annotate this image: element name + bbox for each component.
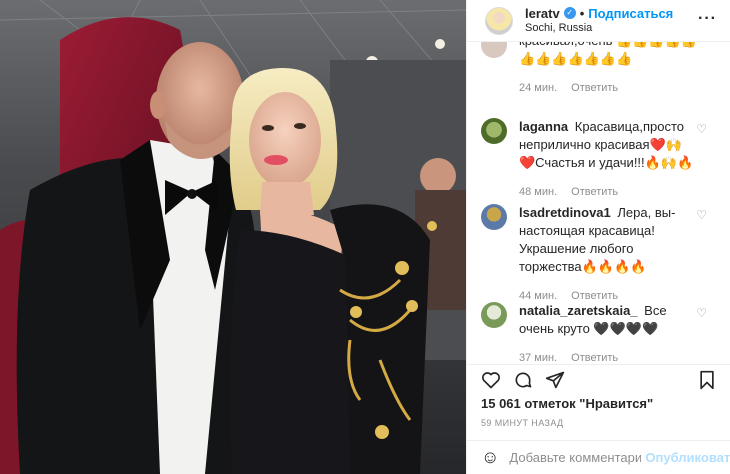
comment-body: laganna Красавица,просто неприлично крас… — [519, 118, 699, 201]
post-side-panel: leratv ✓ • Подписаться Sochi, Russia ···… — [466, 0, 730, 474]
comment-meta: 24 мин. Ответить — [519, 79, 699, 97]
follow-button[interactable]: Подписаться — [588, 6, 673, 21]
comment-like-heart-icon[interactable]: ♡ — [696, 208, 707, 222]
comment-input[interactable] — [509, 450, 642, 465]
add-comment-bar: ☺ Опубликовать — [467, 440, 730, 474]
comment-time[interactable]: 24 мин. — [519, 82, 557, 94]
comment-icon[interactable] — [513, 370, 533, 390]
share-icon[interactable] — [545, 370, 565, 390]
comment-avatar[interactable] — [481, 42, 507, 58]
reply-button[interactable]: Ответить — [571, 352, 618, 364]
author-avatar[interactable] — [485, 6, 513, 35]
comment-time[interactable]: 48 мин. — [519, 186, 557, 198]
post-photo[interactable] — [0, 0, 466, 474]
bookmark-icon[interactable] — [697, 370, 717, 390]
comment-time[interactable]: 37 мин. — [519, 352, 557, 364]
comment-time[interactable]: 44 мин. — [519, 290, 557, 302]
author-info: leratv ✓ • Подписаться Sochi, Russia — [525, 6, 673, 36]
comment-avatar[interactable] — [481, 118, 507, 144]
emoji-icon[interactable]: ☺ — [481, 447, 499, 468]
comment-body: natalia_zaretskaia_ Все очень круто 🖤🖤🖤🖤… — [519, 302, 699, 364]
verified-badge-icon: ✓ — [563, 7, 576, 19]
reply-button[interactable]: Ответить — [571, 186, 618, 198]
comment-like-heart-icon[interactable]: ♡ — [696, 122, 707, 136]
comment-avatar[interactable] — [481, 302, 507, 328]
heart-icon[interactable] — [481, 370, 501, 390]
more-options-icon[interactable]: ··· — [698, 11, 717, 27]
author-line: leratv ✓ • Подписаться — [525, 6, 673, 21]
author-username[interactable]: leratv — [525, 6, 560, 21]
post-comment-button[interactable]: Опубликовать — [645, 450, 730, 465]
instagram-post: leratv ✓ • Подписаться Sochi, Russia ···… — [0, 0, 730, 474]
comment-meta: 48 мин. Ответить — [519, 183, 699, 201]
post-actions-bar — [467, 364, 730, 394]
comments-list[interactable]: красивая,очень 👍👍👍👍👍👍👍👍👍👍👍👍 24 мин. Ответ… — [467, 42, 730, 364]
dot-separator: • — [579, 5, 585, 21]
comment-like-heart-icon[interactable]: ♡ — [696, 306, 707, 320]
post-location[interactable]: Sochi, Russia — [525, 21, 673, 36]
comment-meta: 37 мин. Ответить — [519, 349, 699, 364]
photo-illustration — [0, 0, 466, 474]
likes-count[interactable]: 15 061 отметок "Нравится" — [481, 396, 653, 411]
post-header: leratv ✓ • Подписаться Sochi, Russia ··· — [467, 0, 730, 42]
comment-avatar[interactable] — [481, 204, 507, 230]
comment-text: красивая,очень 👍👍👍👍👍👍👍👍👍👍👍👍 — [519, 42, 697, 66]
comment-username[interactable]: natalia_zaretskaia_ — [519, 303, 638, 318]
reply-button[interactable]: Ответить — [571, 290, 618, 302]
reply-button[interactable]: Ответить — [571, 82, 618, 94]
post-timestamp[interactable]: 59 МИНУТ НАЗАД — [481, 418, 564, 428]
comment-body: красивая,очень 👍👍👍👍👍👍👍👍👍👍👍👍 24 мин. Ответ… — [519, 42, 699, 97]
comment-username[interactable]: laganna — [519, 119, 568, 134]
comment-body: lsadretdinova1 Лера, вы-настоящая красав… — [519, 204, 699, 305]
comment-username[interactable]: lsadretdinova1 — [519, 205, 611, 220]
